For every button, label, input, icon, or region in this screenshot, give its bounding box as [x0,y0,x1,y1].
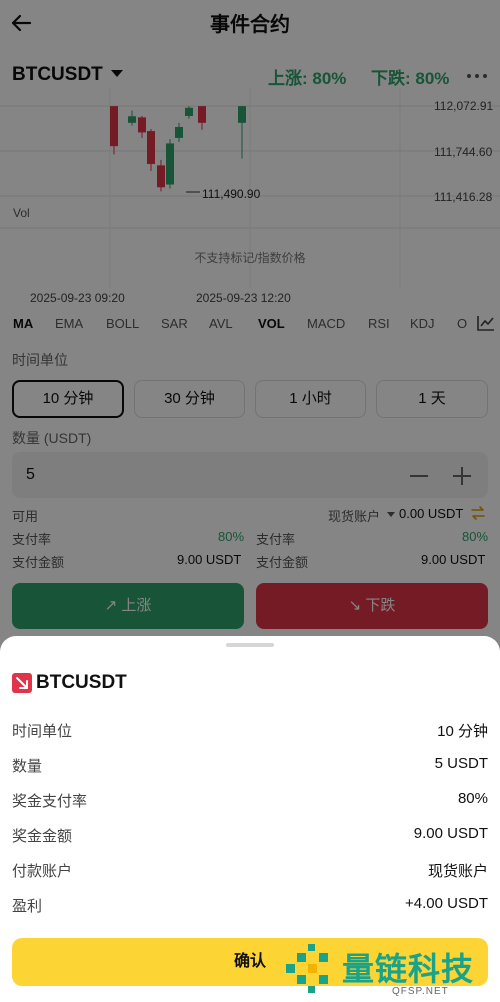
sheet-title: BTCUSDT [36,672,127,693]
row-value-time-unit: 10 分钟 [437,723,488,740]
watermark-text: 量链科技 [342,951,475,987]
row-label-time-unit: 时间单位 [12,723,73,740]
row-label-payout-rate: 奖金支付率 [12,793,88,810]
row-value-payout-amount: 9.00 USDT [413,825,488,842]
row-label-account: 付款账户 [12,863,73,880]
row-value-account: 现货账户 [427,863,488,880]
row-value-profit: +4.00 USDT [405,895,488,912]
row-label-profit: 盈利 [12,898,43,915]
row-value-payout-rate: 80% [457,790,488,807]
row-label-payout-amount: 奖金金额 [12,828,73,845]
row-value-quantity: 5 USDT [434,755,488,772]
watermark-subtext: QFSP.NET [392,986,449,997]
row-label-quantity: 数量 [12,758,43,775]
fall-arrow-icon [12,673,32,693]
sheet-handle[interactable] [226,643,274,647]
watermark-logo-icon [286,944,328,993]
